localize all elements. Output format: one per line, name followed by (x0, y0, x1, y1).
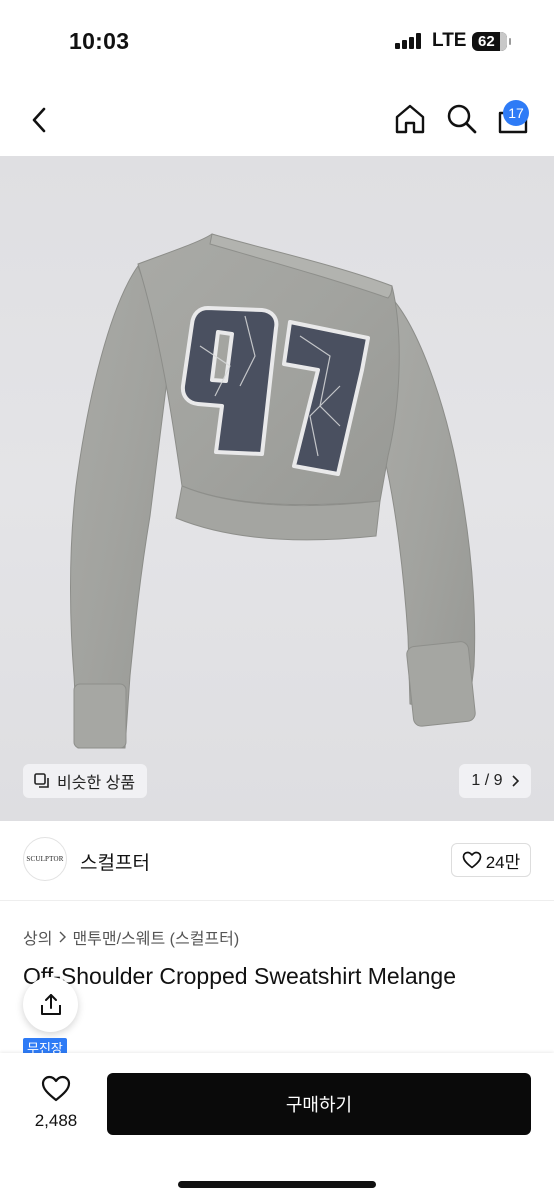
pager-text: 1 / 9 (471, 772, 503, 789)
home-indicator (178, 1181, 376, 1188)
wishlist-button[interactable]: 2,488 (20, 1075, 92, 1135)
cart-count-badge: 17 (503, 100, 529, 126)
breadcrumb-subcategory[interactable]: 맨투맨/스웨트 (스컬프터) (72, 925, 239, 949)
buy-button[interactable]: 구매하기 (107, 1073, 531, 1135)
brand-logo[interactable]: SCULPTOR (23, 837, 67, 881)
top-nav (0, 84, 554, 156)
brand-name[interactable]: 스컬프터 (80, 848, 150, 875)
image-pager[interactable]: 1 / 9 (459, 764, 531, 798)
network-type: LTE (432, 30, 467, 51)
breadcrumb-category[interactable]: 상의 (23, 925, 52, 949)
product-title: Off-Shoulder Cropped Sweatshirt Melange (23, 963, 456, 989)
breadcrumb: 상의 맨투맨/스웨트 (스컬프터) (23, 925, 239, 949)
similar-products-button[interactable]: 비슷한 상품 (23, 764, 148, 798)
copy-icon (34, 773, 49, 788)
chevron-right-icon (59, 931, 67, 943)
brand-like-count: 24만 (485, 852, 521, 872)
brand-logo-text: SCULPTOR (26, 855, 64, 863)
heart-icon (462, 851, 482, 869)
share-button[interactable] (23, 977, 78, 1032)
battery-icon: 62 (472, 32, 511, 51)
share-icon (40, 993, 61, 1015)
wishlist-count: 2,488 (34, 1111, 78, 1130)
search-icon (447, 104, 477, 134)
chevron-left-icon (32, 107, 46, 133)
product-image-gallery[interactable]: 비슷한 상품 1 / 9 (0, 156, 554, 821)
heart-icon (41, 1075, 71, 1102)
similar-products-label: 비슷한 상품 (57, 775, 136, 792)
bottom-purchase-bar: 2,488 구매하기 (0, 1053, 554, 1200)
home-icon (395, 104, 425, 134)
status-time: 10:03 (69, 28, 130, 54)
back-button[interactable] (26, 104, 54, 136)
search-button[interactable] (445, 102, 479, 136)
sweatshirt-image (70, 233, 476, 749)
chevron-right-icon (511, 775, 519, 787)
home-button[interactable] (393, 102, 427, 136)
brand-row[interactable]: SCULPTOR 스컬프터 24만 (0, 821, 554, 901)
signal-icon (395, 33, 423, 49)
brand-like-button[interactable]: 24만 (451, 843, 531, 877)
status-bar: 10:03 LTE 62 (0, 0, 554, 84)
battery-level: 62 (478, 33, 495, 50)
